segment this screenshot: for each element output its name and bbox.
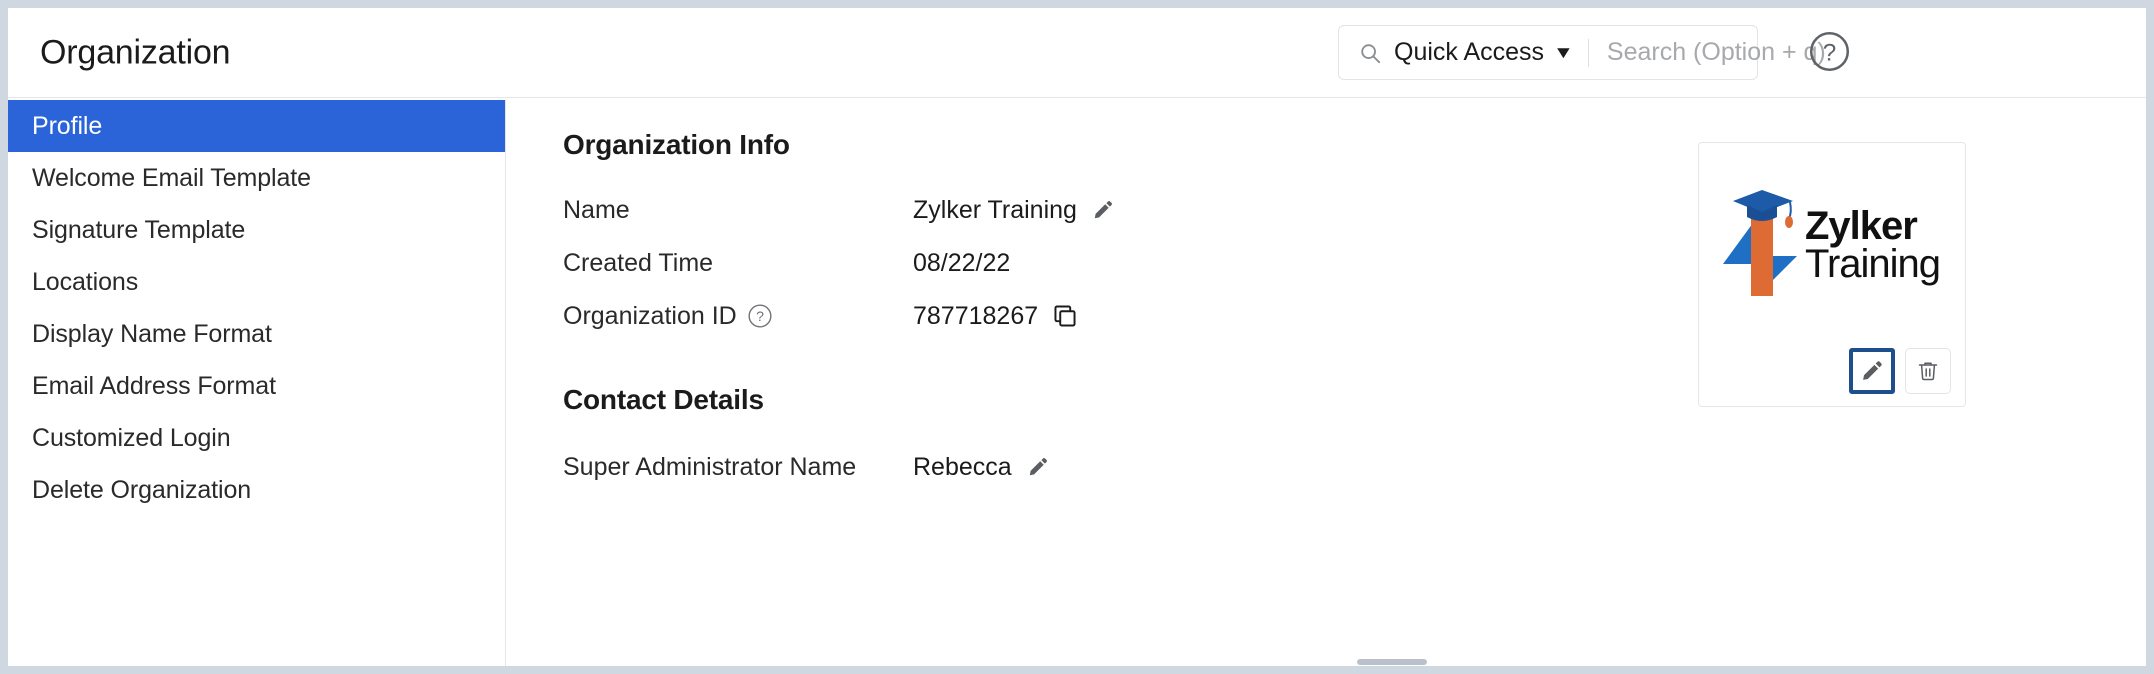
organization-id-value: 787718267 xyxy=(913,301,1039,330)
field-label: Super Administrator Name xyxy=(563,453,913,482)
delete-logo-button[interactable] xyxy=(1905,348,1951,394)
quick-access-label: Quick Access xyxy=(1394,38,1545,66)
organization-logo: Zylker Training xyxy=(1721,185,1947,305)
sidebar-item-customized-login[interactable]: Customized Login xyxy=(8,412,505,464)
field-value: 787718267 xyxy=(913,302,1078,331)
search-icon xyxy=(1361,43,1381,63)
svg-text:?: ? xyxy=(756,308,764,324)
field-label-text: Name xyxy=(563,195,630,224)
sidebar-item-label: Display Name Format xyxy=(32,319,272,348)
created-time-value: 08/22/22 xyxy=(913,248,1011,277)
organization-logo-card: Zylker Training xyxy=(1698,142,1966,407)
sidebar-item-label: Delete Organization xyxy=(32,475,252,504)
horizontal-scrollbar-track[interactable] xyxy=(507,658,2146,666)
global-search-bar[interactable]: Quick Access ▼ xyxy=(1338,25,1929,80)
field-row-super-administrator-name: Super Administrator Name Rebecca xyxy=(563,447,1563,487)
help-icon[interactable]: ? xyxy=(1808,30,1851,73)
chevron-down-icon: ▼ xyxy=(1552,43,1574,62)
zylker-bird-graduation-logo-icon xyxy=(1723,190,1797,296)
field-label-text: Created Time xyxy=(563,248,714,277)
copy-organization-id-button[interactable] xyxy=(1052,303,1078,329)
edit-super-administrator-name-button[interactable] xyxy=(1026,455,1050,479)
sidebar-item-welcome-email-template[interactable]: Welcome Email Template xyxy=(8,152,505,204)
field-label: Created Time xyxy=(563,249,913,278)
trash-icon xyxy=(1918,362,1938,381)
pencil-icon xyxy=(1863,361,1882,380)
sidebar-item-label: Locations xyxy=(32,267,139,296)
sidebar-item-locations[interactable]: Locations xyxy=(8,256,505,308)
contact-details-heading: Contact Details xyxy=(563,384,764,415)
page-title: Organization xyxy=(40,33,231,71)
field-row-created-time: Created Time 08/22/22 xyxy=(563,243,1563,283)
sidebar-nav: Profile Welcome Email Template Signature… xyxy=(8,99,506,666)
field-label-text: Super Administrator Name xyxy=(563,452,857,481)
edit-organization-name-button[interactable] xyxy=(1091,198,1115,222)
field-row-organization-id: Organization ID ? 787718267 xyxy=(563,296,1563,336)
app-window: Organization Quick Access ▼ ? Profile We… xyxy=(8,8,2146,666)
sidebar-item-profile[interactable]: Profile xyxy=(8,100,505,152)
sidebar-item-label: Welcome Email Template xyxy=(32,163,311,192)
horizontal-scrollbar-thumb[interactable] xyxy=(1357,659,1427,665)
search-divider xyxy=(1587,38,1589,67)
logo-wordmark-line2: Training xyxy=(1805,242,1941,286)
pencil-icon xyxy=(1094,201,1112,219)
field-value: Rebecca xyxy=(913,453,1050,482)
field-label: Name xyxy=(563,196,913,225)
sidebar-item-display-name-format[interactable]: Display Name Format xyxy=(8,308,505,360)
top-header: Organization Quick Access ▼ ? xyxy=(8,8,2146,98)
field-label-text: Organization ID xyxy=(563,301,737,330)
field-value: 08/22/22 xyxy=(913,249,1010,278)
sidebar-item-email-address-format[interactable]: Email Address Format xyxy=(8,360,505,412)
search-input[interactable] xyxy=(1606,38,1929,67)
sidebar-item-label: Customized Login xyxy=(32,423,231,452)
sidebar-item-delete-organization[interactable]: Delete Organization xyxy=(8,464,505,516)
main-content: Organization Info Name Zylker Training C… xyxy=(507,99,2146,666)
edit-logo-button[interactable] xyxy=(1849,348,1895,394)
copy-icon xyxy=(1054,305,1076,327)
sidebar-item-label: Signature Template xyxy=(32,215,246,244)
field-row-name: Name Zylker Training xyxy=(563,190,1563,230)
organization-name-value: Zylker Training xyxy=(913,195,1077,224)
logo-action-buttons xyxy=(1849,348,1951,394)
logo-wordmark-line1: Zylker xyxy=(1805,203,1918,248)
sidebar-item-signature-template[interactable]: Signature Template xyxy=(8,204,505,256)
quick-access-dropdown[interactable]: Quick Access ▼ xyxy=(1394,38,1574,67)
field-value: Zylker Training xyxy=(913,196,1115,225)
pencil-icon xyxy=(1029,458,1047,476)
svg-text:?: ? xyxy=(1823,39,1836,66)
question-mark-circle-icon: ? xyxy=(748,304,772,328)
field-label: Organization ID ? xyxy=(563,302,913,331)
logo-wordmark: Zylker Training xyxy=(1805,203,1941,286)
organization-info-heading: Organization Info xyxy=(563,129,790,160)
sidebar-item-label: Email Address Format xyxy=(32,371,276,400)
sidebar-item-label: Profile xyxy=(32,111,103,140)
super-administrator-name-value: Rebecca xyxy=(913,452,1012,481)
organization-id-help-button[interactable]: ? xyxy=(747,303,773,329)
